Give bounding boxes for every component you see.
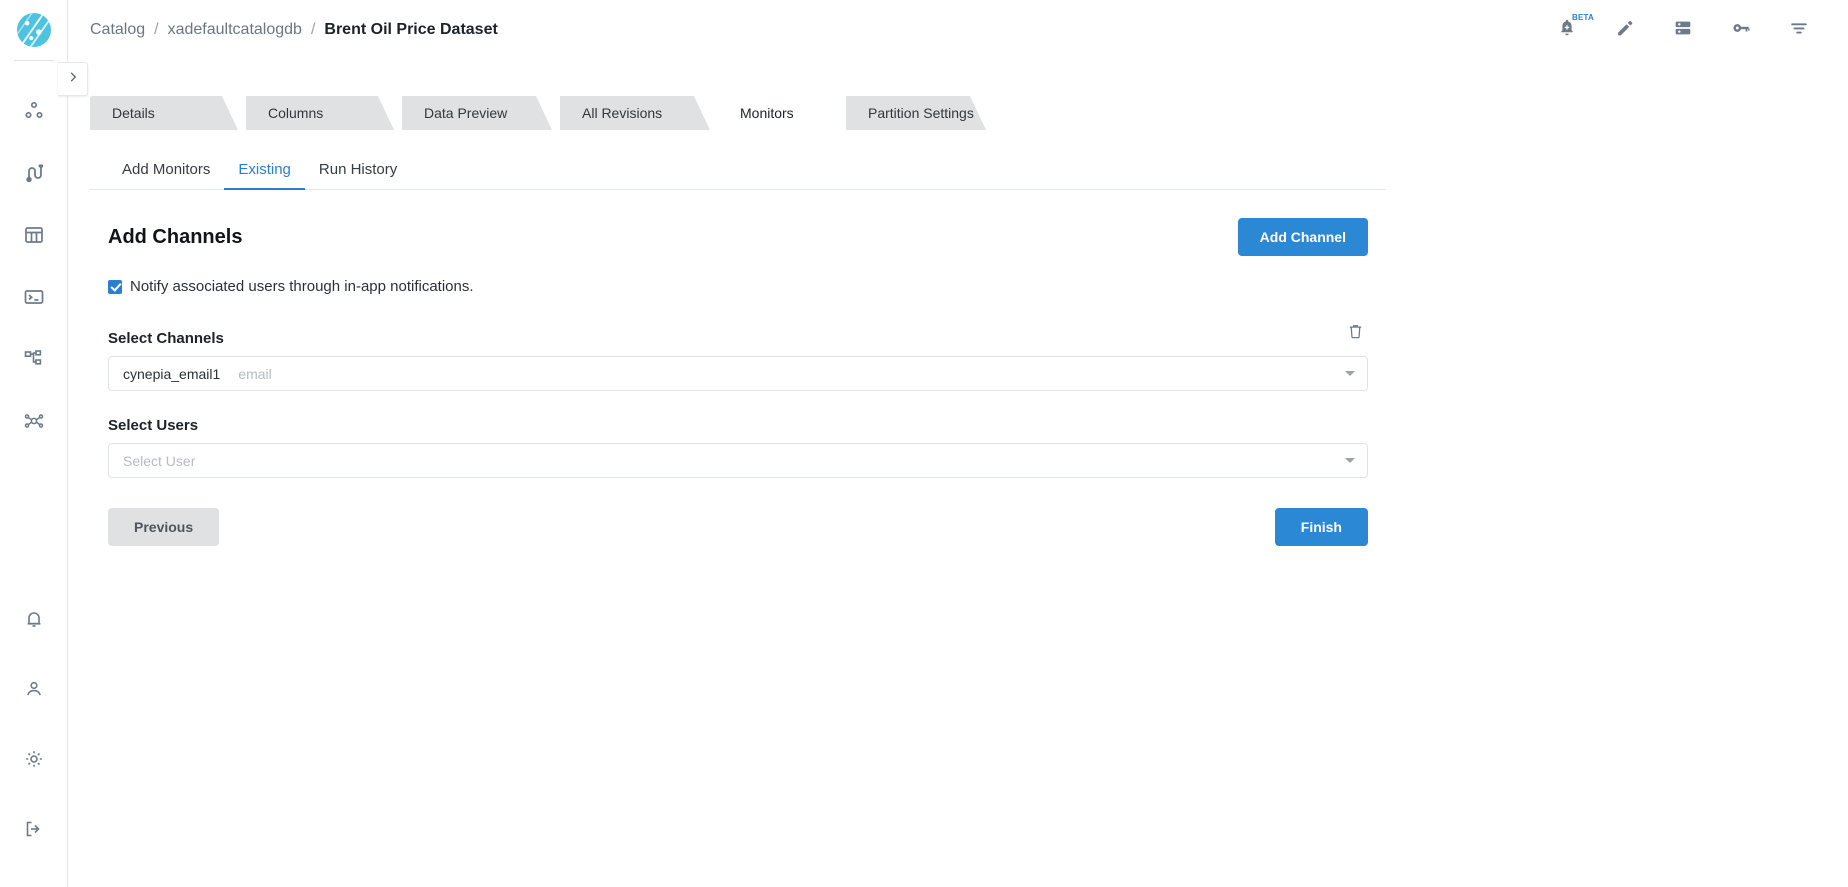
content-inner: Add Monitors Existing Run History Add Ch… — [90, 148, 1386, 546]
top-bar-actions: BETA — [1552, 13, 1830, 45]
sidebar-item-tables[interactable] — [14, 215, 54, 255]
select-users-block: Select Users Select User — [90, 417, 1386, 478]
delete-channel-button[interactable] — [1342, 321, 1368, 347]
subtab-label: Existing — [238, 161, 291, 178]
breadcrumb-item-catalog[interactable]: Catalog — [90, 21, 145, 39]
tab-details[interactable]: Details — [90, 96, 238, 130]
subtab-label: Run History — [318, 161, 398, 178]
sidebar-item-clusters[interactable] — [14, 91, 54, 131]
logout-icon — [22, 817, 46, 841]
filter-icon — [1788, 17, 1810, 44]
subtab-label: Add Monitors — [122, 161, 211, 178]
select-channels-header: Select Channels — [108, 321, 1368, 347]
page-title: Add Channels — [108, 225, 243, 248]
select-users-label: Select Users — [108, 417, 199, 434]
previous-button[interactable]: Previous — [108, 508, 220, 546]
database-button[interactable] — [1668, 15, 1698, 45]
tab-label: Partition Settings — [868, 105, 974, 121]
notify-checkbox-label: Notify associated users through in-app n… — [130, 278, 474, 295]
sidebar-item-logout[interactable] — [14, 809, 54, 849]
tab-label: Data Preview — [424, 105, 508, 121]
chevron-down-icon[interactable] — [1345, 458, 1355, 463]
select-users-input[interactable]: Select User — [108, 443, 1368, 478]
select-channels-input[interactable]: cynepia_email1 email — [108, 356, 1368, 391]
logo-container — [0, 0, 67, 60]
main-area: Catalog / xadefaultcatalogdb / Brent Oil… — [58, 0, 1848, 887]
breadcrumb-separator: / — [310, 21, 316, 38]
app-root: Catalog / xadefaultcatalogdb / Brent Oil… — [0, 0, 1848, 887]
sub-tab-bar: Add Monitors Existing Run History — [90, 148, 1386, 190]
notify-checkbox-row: Notify associated users through in-app n… — [90, 256, 1386, 295]
tab-strip: Details Columns Data Preview All Revisio… — [90, 96, 1848, 130]
terminal-icon — [22, 285, 46, 309]
tab-all-revisions[interactable]: All Revisions — [560, 96, 710, 130]
pipeline-icon — [22, 161, 46, 185]
beta-badge: BETA — [1572, 13, 1594, 22]
tab-monitors[interactable]: Monitors — [718, 96, 838, 130]
select-channels-placeholder: email — [238, 365, 272, 382]
sitemap-icon — [22, 347, 46, 371]
tab-columns[interactable]: Columns — [246, 96, 394, 130]
sidebar-item-console[interactable] — [14, 277, 54, 317]
select-channels-block: Select Channels cynepia_email1 email — [90, 321, 1386, 391]
select-channels-value: cynepia_email1 — [123, 365, 221, 382]
tab-label: Columns — [268, 105, 324, 121]
notification-add-button[interactable]: BETA — [1552, 13, 1594, 45]
section-header: Add Channels Add Channel — [90, 190, 1386, 256]
select-users-header: Select Users — [108, 417, 1368, 434]
breadcrumb-separator: / — [154, 21, 159, 38]
tab-partition-settings[interactable]: Partition Settings — [846, 96, 986, 130]
subtab-existing[interactable]: Existing — [224, 161, 305, 190]
trash-icon — [1346, 322, 1365, 346]
left-sidebar — [0, 0, 68, 887]
sidebar-item-pipelines[interactable] — [14, 153, 54, 193]
sidebar-divider — [13, 60, 54, 61]
chevron-down-icon[interactable] — [1345, 371, 1355, 376]
sidebar-primary-nav — [14, 91, 54, 441]
sidebar-secondary-nav — [14, 599, 54, 849]
chevron-right-icon — [66, 70, 80, 89]
breadcrumb-item-dataset: Brent Oil Price Dataset — [324, 21, 498, 38]
breadcrumb: Catalog / xadefaultcatalogdb / Brent Oil… — [90, 21, 498, 39]
tab-data-preview[interactable]: Data Preview — [402, 96, 552, 130]
dots-nodes-icon — [22, 99, 46, 123]
table-icon — [22, 223, 46, 247]
wizard-footer: Previous Finish — [90, 478, 1386, 546]
notify-checkbox[interactable] — [108, 279, 122, 294]
tab-label: Monitors — [740, 105, 794, 121]
content-panel: Add Monitors Existing Run History Add Ch… — [68, 130, 1848, 546]
add-channel-button[interactable]: Add Channel — [1237, 218, 1368, 256]
database-icon — [1672, 17, 1694, 44]
finish-button[interactable]: Finish — [1274, 508, 1368, 546]
key-button[interactable] — [1726, 15, 1756, 45]
app-logo — [16, 13, 51, 47]
select-users-placeholder: Select User — [123, 452, 196, 469]
tab-label: Details — [112, 105, 155, 121]
breadcrumb-item-database[interactable]: xadefaultcatalogdb — [168, 21, 302, 39]
sidebar-collapse-toggle[interactable] — [58, 62, 88, 96]
subtab-run-history[interactable]: Run History — [305, 161, 411, 190]
sidebar-item-profile[interactable] — [14, 669, 54, 709]
bell-icon — [22, 607, 46, 631]
select-channels-label: Select Channels — [108, 330, 224, 347]
top-bar: Catalog / xadefaultcatalogdb / Brent Oil… — [68, 0, 1848, 60]
subtab-add-monitors[interactable]: Add Monitors — [108, 161, 224, 190]
edit-button[interactable] — [1610, 15, 1640, 45]
gear-icon — [22, 747, 46, 771]
network-hub-icon — [22, 409, 46, 433]
sidebar-item-lineage[interactable] — [14, 401, 54, 441]
edit-pencil-icon — [1614, 17, 1636, 44]
sidebar-item-settings[interactable] — [14, 739, 54, 779]
sidebar-item-workflows[interactable] — [14, 339, 54, 379]
key-icon — [1730, 17, 1752, 44]
user-icon — [22, 677, 46, 701]
tab-label: All Revisions — [582, 105, 663, 121]
sidebar-item-alerts[interactable] — [14, 599, 54, 639]
filter-button[interactable] — [1784, 15, 1814, 45]
